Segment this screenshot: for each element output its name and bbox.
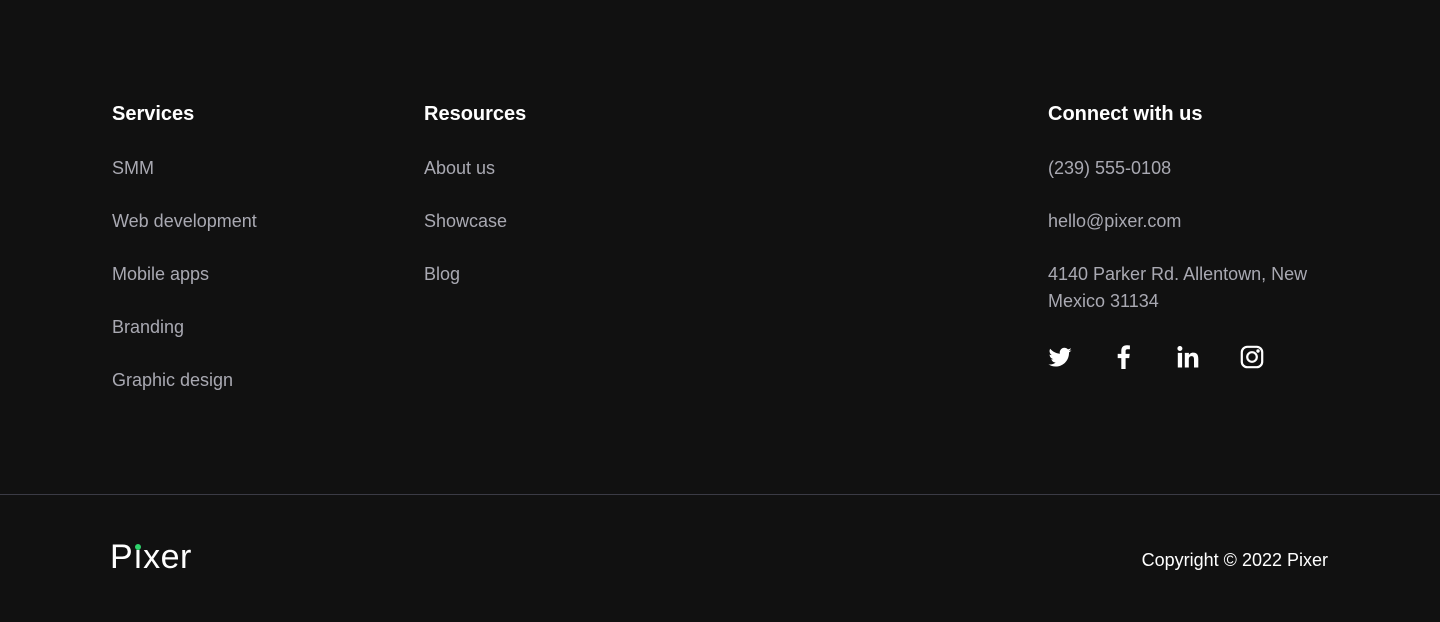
address-text: 4140 Parker Rd. Allentown, New Mexico 31… bbox=[1048, 264, 1308, 311]
twitter-icon[interactable] bbox=[1048, 345, 1072, 369]
services-heading: Services bbox=[112, 103, 195, 125]
pixer-logo[interactable]: Pı xer bbox=[110, 537, 192, 577]
services-column: Services SMM Web development Mobile apps… bbox=[112, 100, 392, 420]
email-link[interactable]: hello@pixer.com bbox=[1048, 208, 1181, 234]
list-item: 4140 Parker Rd. Allentown, New Mexico 31… bbox=[1048, 261, 1328, 315]
services-link-mobile-apps[interactable]: Mobile apps bbox=[112, 261, 209, 287]
copyright-text: Copyright © 2022 Pixer bbox=[1141, 550, 1328, 570]
list-item: Branding bbox=[112, 314, 392, 340]
services-link-graphic-design[interactable]: Graphic design bbox=[112, 367, 233, 393]
connect-column: Connect with us (239) 555-0108 hello@pix… bbox=[1048, 100, 1328, 369]
logo-letters-xer: xer bbox=[143, 538, 192, 576]
list-item: Showcase bbox=[424, 208, 704, 234]
resources-list: About us Showcase Blog bbox=[424, 155, 704, 287]
list-item: SMM bbox=[112, 155, 392, 181]
resources-link-about-us[interactable]: About us bbox=[424, 155, 495, 181]
social-links bbox=[1048, 345, 1328, 369]
linkedin-icon[interactable] bbox=[1176, 345, 1200, 369]
resources-column: Resources About us Showcase Blog bbox=[424, 100, 704, 314]
logo-letter-p: P bbox=[110, 538, 134, 576]
list-item: (239) 555-0108 bbox=[1048, 155, 1328, 181]
list-item: hello@pixer.com bbox=[1048, 208, 1328, 234]
resources-link-showcase[interactable]: Showcase bbox=[424, 208, 507, 234]
resources-link-blog[interactable]: Blog bbox=[424, 261, 460, 287]
facebook-icon[interactable] bbox=[1112, 345, 1136, 369]
services-link-branding[interactable]: Branding bbox=[112, 314, 184, 340]
logo-letter-i: ı bbox=[133, 538, 144, 576]
list-item: Graphic design bbox=[112, 367, 392, 393]
list-item: Blog bbox=[424, 261, 704, 287]
list-item: Web development bbox=[112, 208, 392, 234]
services-link-smm[interactable]: SMM bbox=[112, 155, 154, 181]
resources-heading: Resources bbox=[424, 103, 527, 125]
connect-heading: Connect with us bbox=[1048, 103, 1203, 125]
instagram-icon[interactable] bbox=[1240, 345, 1264, 369]
list-item: About us bbox=[424, 155, 704, 181]
footer: Services SMM Web development Mobile apps… bbox=[0, 0, 1440, 494]
footer-divider bbox=[0, 494, 1440, 495]
services-link-web-development[interactable]: Web development bbox=[112, 208, 257, 234]
services-list: SMM Web development Mobile apps Branding… bbox=[112, 155, 392, 393]
list-item: Mobile apps bbox=[112, 261, 392, 287]
phone-link[interactable]: (239) 555-0108 bbox=[1048, 155, 1171, 181]
contact-list: (239) 555-0108 hello@pixer.com 4140 Park… bbox=[1048, 155, 1328, 315]
